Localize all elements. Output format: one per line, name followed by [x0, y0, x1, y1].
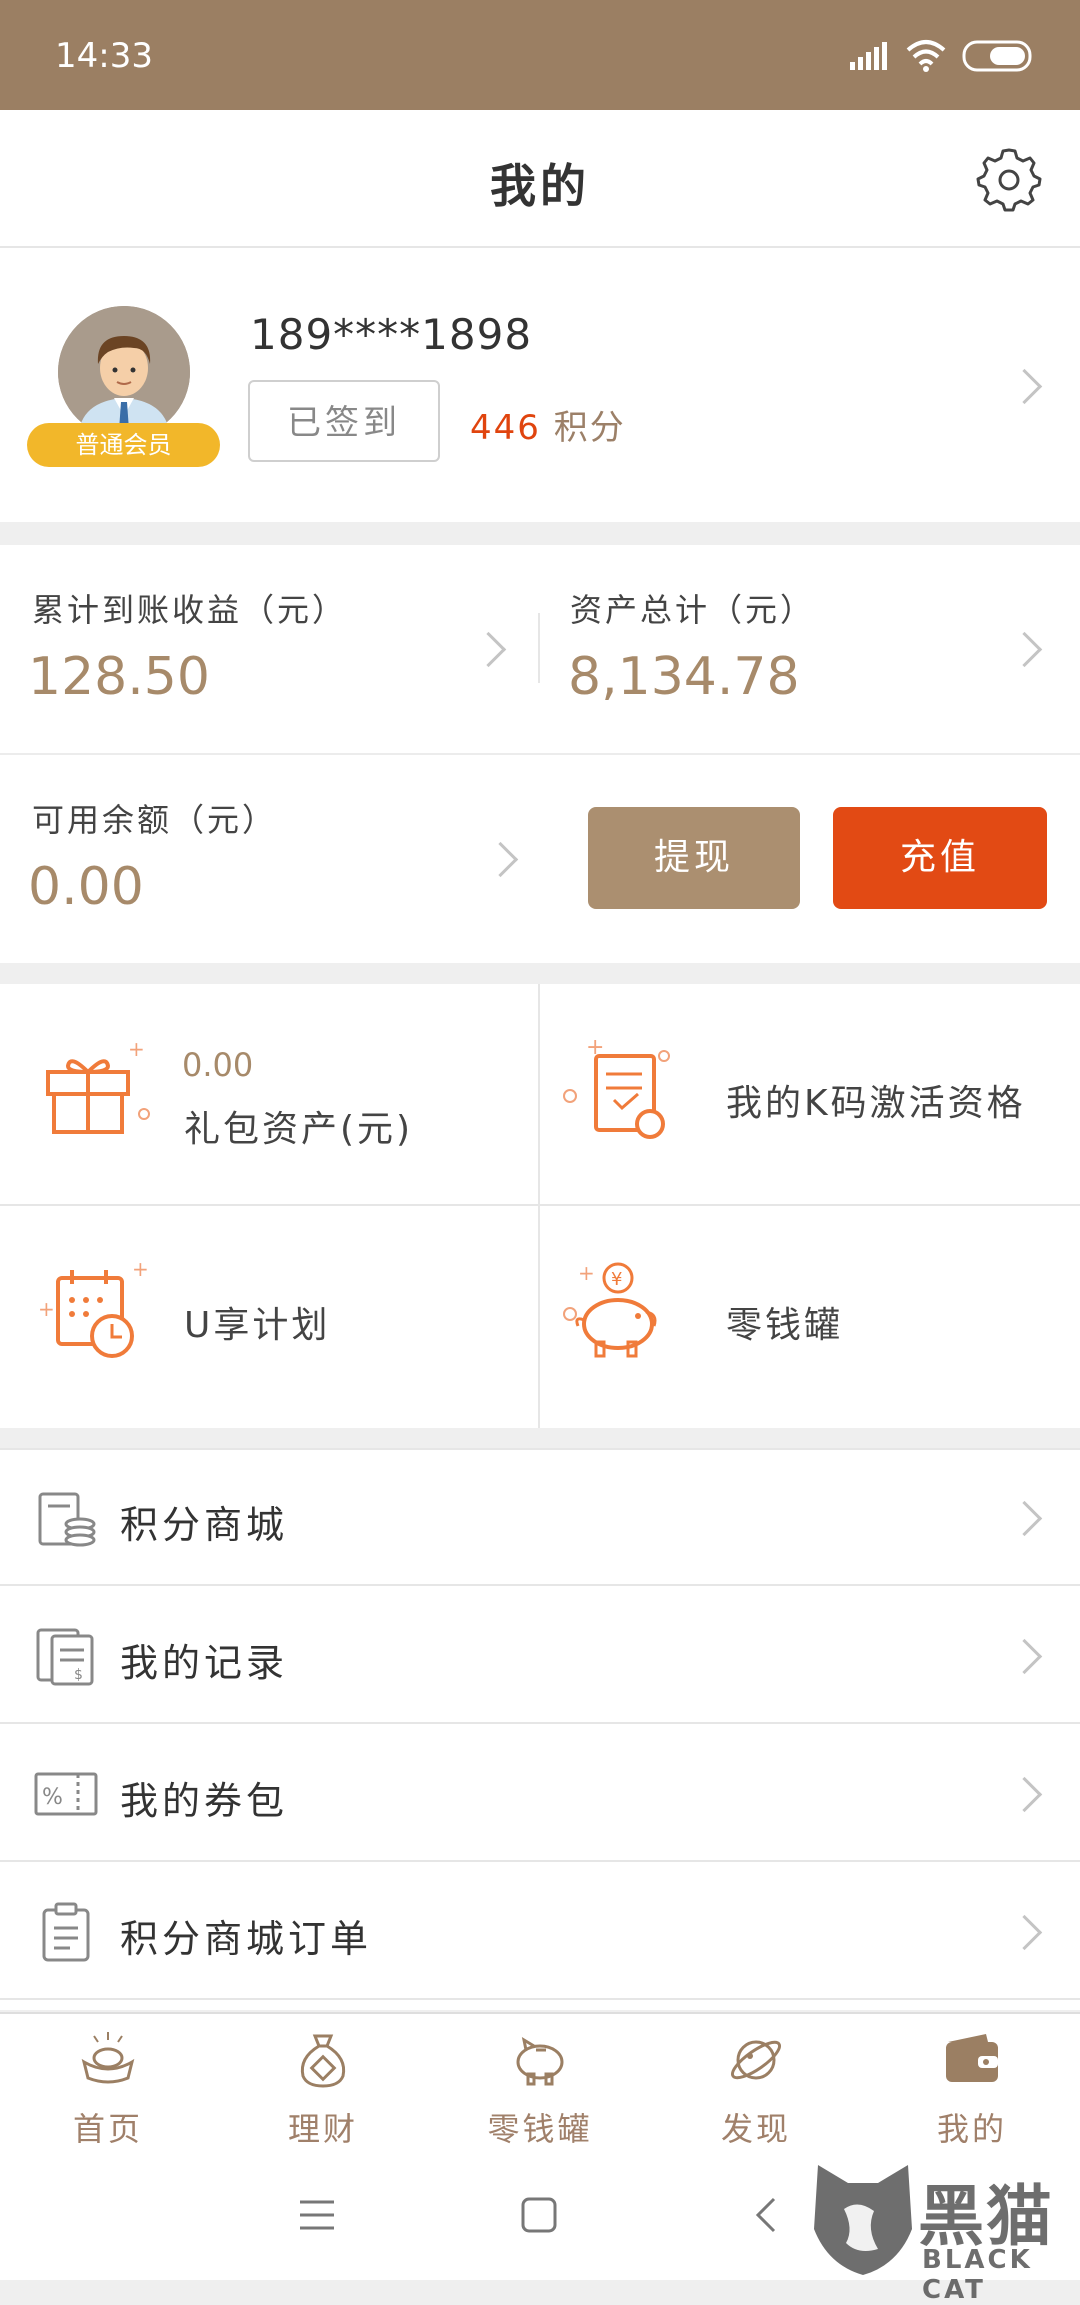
status-bar: 14:33 [0, 0, 1080, 110]
feature-grid: + 0.00 礼包资产(元) + 我的K码激活资格 + + U享计划 + ¥ 零… [0, 984, 1080, 1428]
total-assets-label: 资产总计（元） [570, 591, 816, 629]
coin-stack-icon [38, 1492, 96, 1547]
u-plan-cell[interactable]: + + U享计划 [0, 1206, 538, 1426]
kcode-qualification-label: 我的K码激活资格 [726, 1083, 1026, 1124]
piggy-bank-icon [516, 2036, 564, 2086]
gift-assets-label: 礼包资产(元) [184, 1109, 414, 1150]
status-time: 14:33 [55, 36, 153, 76]
svg-text:+: + [132, 1257, 149, 1281]
watermark: 黑猫 BLACK CAT [800, 2155, 1080, 2305]
phone-number: 189****1898 [250, 310, 533, 359]
gift-assets-value: 0.00 [182, 1046, 254, 1084]
coupon-icon: % [34, 1772, 98, 1816]
nav-label: 我的 [936, 2110, 1007, 2148]
document-check-icon: + [563, 1035, 670, 1139]
piggy-bank-cell[interactable]: + ¥ 零钱罐 [540, 1206, 1078, 1426]
back-icon[interactable] [754, 2196, 778, 2234]
points-value: 446 [470, 408, 541, 448]
chevron-right-icon [482, 841, 519, 878]
settings-gear-icon[interactable] [976, 146, 1042, 212]
available-balance-label: 可用余额（元） [32, 801, 278, 839]
kcode-qualification-cell[interactable]: + 我的K码激活资格 [540, 984, 1078, 1204]
list-item-points-orders[interactable]: 积分商城订单 [0, 1864, 1080, 2000]
list-item-label: 我的记录 [120, 1641, 289, 1685]
u-plan-label: U享计划 [184, 1305, 331, 1346]
available-balance[interactable]: 可用余额（元） 0.00 [0, 755, 538, 963]
points-unit: 积分 [553, 408, 626, 448]
nav-item-home[interactable]: 首页 [28, 2028, 188, 2148]
nav-label: 发现 [720, 2110, 791, 2148]
list-item-label: 积分商城订单 [120, 1917, 373, 1961]
menu-list: 积分商城 $ 我的记录 % 我的券包 积分商城订单 [0, 1448, 1080, 2010]
checkin-button[interactable]: 已签到 [248, 380, 440, 462]
balances-panel: 累计到账收益（元） 128.50 资产总计（元） 8,134.78 可用余额（元… [0, 545, 1080, 963]
chevron-right-icon [1006, 1500, 1043, 1537]
cumulative-earnings-label: 累计到账收益（元） [32, 591, 348, 629]
chevron-right-icon [1006, 1638, 1043, 1675]
total-assets-value: 8,134.78 [568, 647, 800, 707]
chevron-right-icon [1006, 1914, 1043, 1951]
svg-text:+: + [40, 1297, 55, 1321]
profile-card[interactable]: 普通会员 189****1898 已签到 446 积分 [0, 248, 1080, 522]
nav-item-finance[interactable]: 理财 [243, 2028, 403, 2148]
nav-item-piggy-bank[interactable]: 零钱罐 [460, 2028, 620, 2148]
list-item-label: 积分商城 [120, 1503, 289, 1547]
money-bag-icon [300, 2034, 346, 2088]
list-item-label: 我的券包 [120, 1779, 289, 1823]
avatar[interactable] [58, 306, 190, 438]
cumulative-earnings-value: 128.50 [28, 647, 210, 707]
gift-assets-cell[interactable]: + 0.00 礼包资产(元) [0, 984, 538, 1204]
header: 我的 [0, 110, 1080, 248]
member-level-badge: 普通会员 [27, 423, 220, 467]
piggy-bank-label: 零钱罐 [726, 1305, 844, 1346]
points-display[interactable]: 446 积分 [470, 400, 626, 449]
planet-icon [730, 2040, 782, 2080]
chevron-right-icon [1006, 631, 1043, 668]
gift-box-icon: + [46, 1037, 150, 1134]
records-icon: $ [36, 1628, 94, 1686]
list-item-points-mall[interactable]: 积分商城 [0, 1450, 1080, 1586]
cumulative-earnings[interactable]: 累计到账收益（元） 128.50 [0, 545, 538, 753]
calendar-clock-icon: + + [40, 1257, 149, 1358]
svg-text:$: $ [74, 1667, 83, 1683]
nav-item-mine[interactable]: 我的 [892, 2028, 1052, 2148]
total-assets[interactable]: 资产总计（元） 8,134.78 [540, 545, 1080, 753]
nav-label: 首页 [72, 2110, 143, 2148]
menu-icon[interactable] [298, 2198, 336, 2232]
divider [0, 1204, 1080, 1206]
battery-icon [962, 40, 1032, 72]
nav-item-discover[interactable]: 发现 [676, 2028, 836, 2148]
list-item-my-records[interactable]: $ 我的记录 [0, 1588, 1080, 1724]
bottom-nav: 首页 理财 零钱罐 发现 我的 [0, 2012, 1080, 2152]
ingot-icon [81, 2032, 135, 2084]
signal-icon [850, 42, 887, 70]
svg-text:+: + [578, 1261, 595, 1285]
recharge-button[interactable]: 充值 [833, 807, 1047, 909]
svg-text:¥: ¥ [611, 1269, 622, 1290]
piggy-bank-icon: + ¥ [563, 1261, 657, 1358]
cat-shield-logo-icon [814, 2165, 912, 2275]
nav-label: 理财 [287, 2110, 358, 2148]
chevron-right-icon [1006, 368, 1043, 405]
clipboard-icon [42, 1902, 90, 1962]
nav-label: 零钱罐 [487, 2110, 593, 2148]
list-item-my-coupons[interactable]: % 我的券包 [0, 1726, 1080, 1862]
divider [538, 984, 540, 1428]
withdraw-button[interactable]: 提现 [588, 807, 800, 909]
watermark-sub: BLACK CAT [922, 2245, 1033, 2305]
wallet-icon [946, 2034, 998, 2082]
user-avatar-icon [58, 306, 190, 438]
wifi-icon [906, 40, 946, 72]
svg-text:+: + [128, 1037, 145, 1061]
svg-text:%: % [42, 1785, 63, 1810]
page-title: 我的 [490, 159, 590, 213]
chevron-right-icon [470, 631, 507, 668]
available-balance-value: 0.00 [28, 857, 144, 917]
chevron-right-icon [1006, 1776, 1043, 1813]
home-square-icon[interactable] [520, 2196, 558, 2234]
